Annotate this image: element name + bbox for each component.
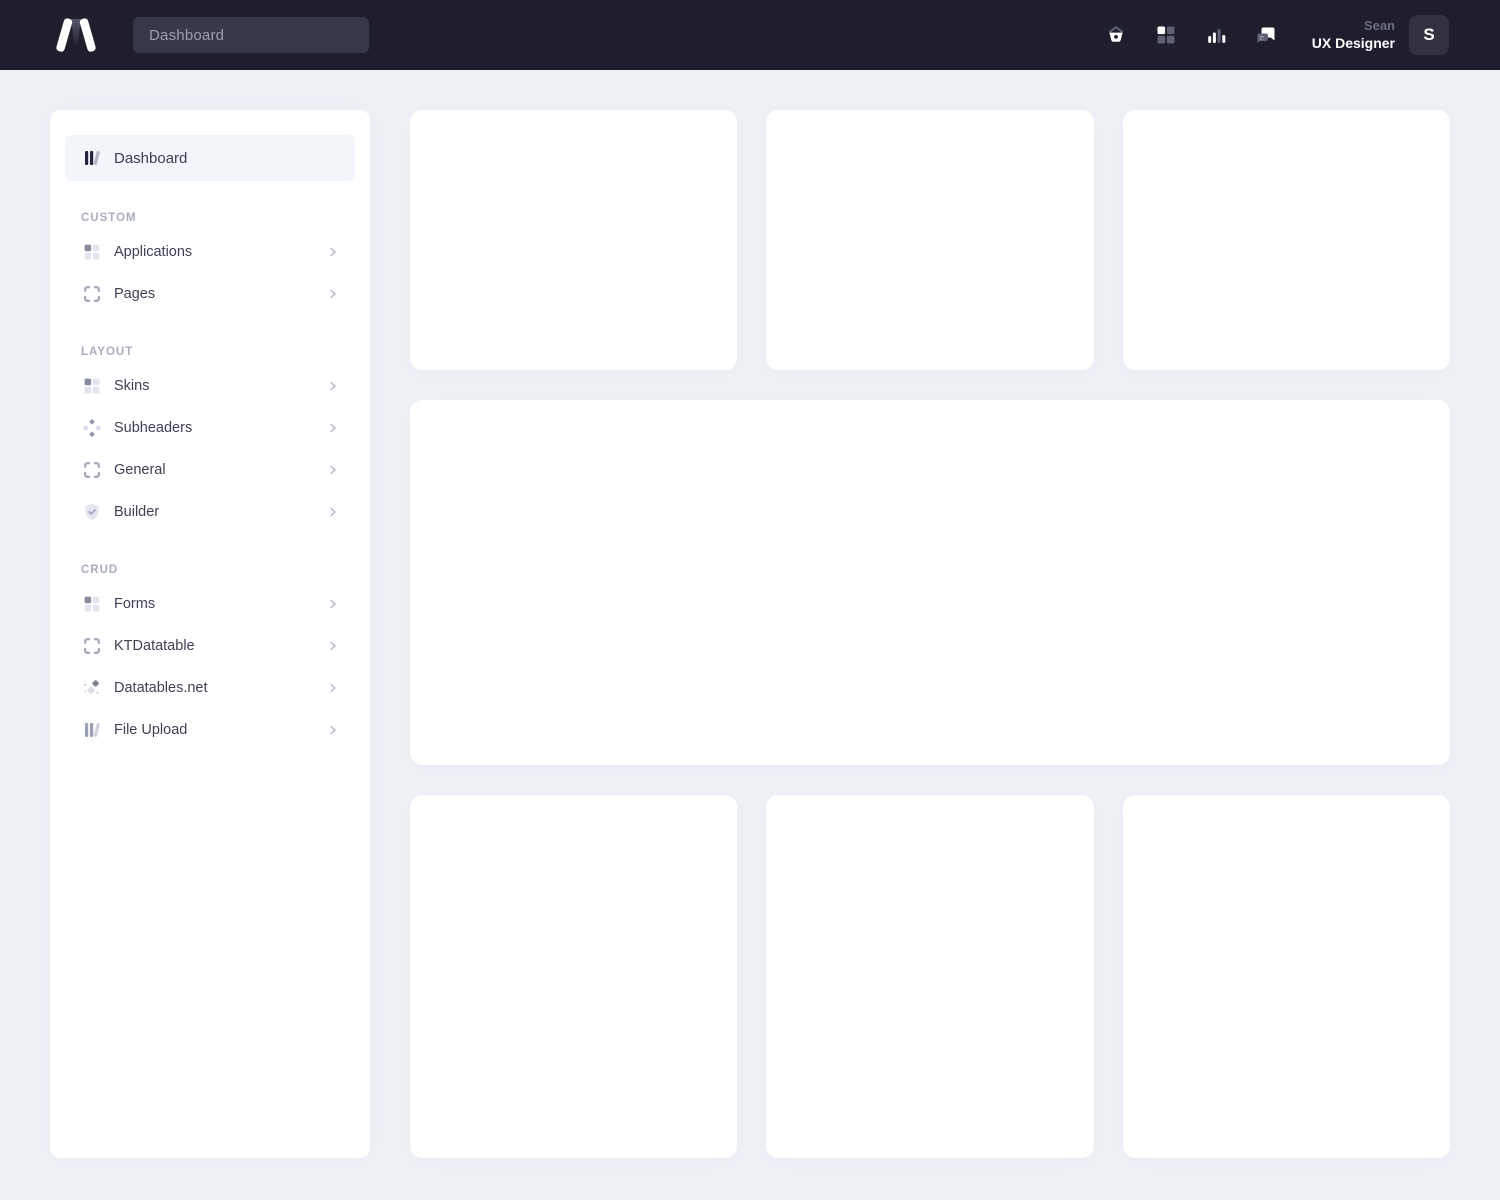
sidebar-section-custom: CUSTOM Applications	[65, 205, 355, 315]
grid-2x2-icon	[82, 376, 102, 396]
sidebar-item-pages[interactable]: Pages	[65, 273, 355, 315]
sidebar: Dashboard CUSTOM Applications	[50, 110, 370, 1158]
empty-card	[410, 110, 737, 370]
scatter-diamond-icon	[82, 678, 102, 698]
basket-icon	[1104, 23, 1128, 47]
bars-slant-icon	[82, 720, 102, 740]
user-avatar[interactable]: S	[1409, 15, 1449, 55]
sidebar-item-label: Datatables.net	[114, 680, 208, 696]
user-info[interactable]: Sean UX Designer	[1312, 17, 1395, 53]
sidebar-item-applications[interactable]: Applications	[65, 231, 355, 273]
sidebar-item-file-upload[interactable]: File Upload	[65, 709, 355, 751]
chevron-right-icon	[327, 682, 339, 694]
sidebar-section-crud: CRUD Forms	[65, 557, 355, 751]
header-search-value: Dashboard	[149, 27, 224, 44]
chat-icon	[1254, 23, 1278, 47]
sidebar-section-layout: LAYOUT Skins	[65, 339, 355, 533]
basket-button[interactable]	[1096, 15, 1136, 55]
empty-card	[1123, 795, 1450, 1158]
empty-card	[410, 795, 737, 1158]
sidebar-item-label: Applications	[114, 244, 192, 260]
header-actions: Sean UX Designer S	[1086, 15, 1449, 55]
quick-panel-button[interactable]	[1146, 15, 1186, 55]
sidebar-item-label: Subheaders	[114, 420, 192, 436]
shield-check-icon	[82, 502, 102, 522]
frame-corners-icon	[82, 636, 102, 656]
frame-corners-icon	[82, 460, 102, 480]
bar-chart-icon	[1204, 23, 1228, 47]
sidebar-item-label: File Upload	[114, 722, 187, 738]
sidebar-item-forms[interactable]: Forms	[65, 583, 355, 625]
empty-card	[766, 110, 1093, 370]
sidebar-item-builder[interactable]: Builder	[65, 491, 355, 533]
sidebar-item-label: Builder	[114, 504, 159, 520]
chevron-right-icon	[327, 598, 339, 610]
user-name: Sean	[1312, 17, 1395, 35]
header-search-field[interactable]: Dashboard	[133, 17, 369, 53]
cards-row-bottom	[410, 795, 1450, 1158]
sidebar-item-label: KTDatatable	[114, 638, 195, 654]
app-logo-icon[interactable]	[55, 15, 97, 55]
sidebar-item-ktdatatable[interactable]: KTDatatable	[65, 625, 355, 667]
sidebar-item-label: Forms	[114, 596, 155, 612]
sidebar-item-datatables-net[interactable]: Datatables.net	[65, 667, 355, 709]
sidebar-item-label: Skins	[114, 378, 149, 394]
sidebar-item-subheaders[interactable]: Subheaders	[65, 407, 355, 449]
grid-2x2-icon	[82, 242, 102, 262]
avatar-initial: S	[1423, 25, 1434, 45]
top-header: Dashboard	[0, 0, 1500, 70]
cards-row-top	[410, 110, 1450, 370]
sidebar-item-skins[interactable]: Skins	[65, 365, 355, 407]
stats-button[interactable]	[1196, 15, 1236, 55]
section-label: CUSTOM	[65, 205, 355, 231]
grid-icon	[1154, 23, 1178, 47]
sidebar-item-dashboard[interactable]: Dashboard	[65, 135, 355, 181]
main-content	[410, 110, 1450, 1158]
sidebar-item-label: Dashboard	[114, 150, 187, 167]
sidebar-item-label: General	[114, 462, 166, 478]
chevron-right-icon	[327, 288, 339, 300]
books-icon	[82, 148, 102, 168]
chevron-right-icon	[327, 246, 339, 258]
chat-button[interactable]	[1246, 15, 1286, 55]
chevron-right-icon	[327, 422, 339, 434]
chevron-right-icon	[327, 464, 339, 476]
empty-card-wide	[410, 400, 1450, 765]
chevron-right-icon	[327, 380, 339, 392]
section-label: CRUD	[65, 557, 355, 583]
chevron-right-icon	[327, 724, 339, 736]
chevron-right-icon	[327, 506, 339, 518]
empty-card	[766, 795, 1093, 1158]
sidebar-item-label: Pages	[114, 286, 155, 302]
frame-corners-icon	[82, 284, 102, 304]
user-role: UX Designer	[1312, 34, 1395, 53]
grid-2x2-icon	[82, 594, 102, 614]
chevron-right-icon	[327, 640, 339, 652]
section-label: LAYOUT	[65, 339, 355, 365]
empty-card	[1123, 110, 1450, 370]
diamonds-icon	[82, 418, 102, 438]
page-body: Dashboard CUSTOM Applications	[0, 70, 1500, 1200]
sidebar-item-general[interactable]: General	[65, 449, 355, 491]
